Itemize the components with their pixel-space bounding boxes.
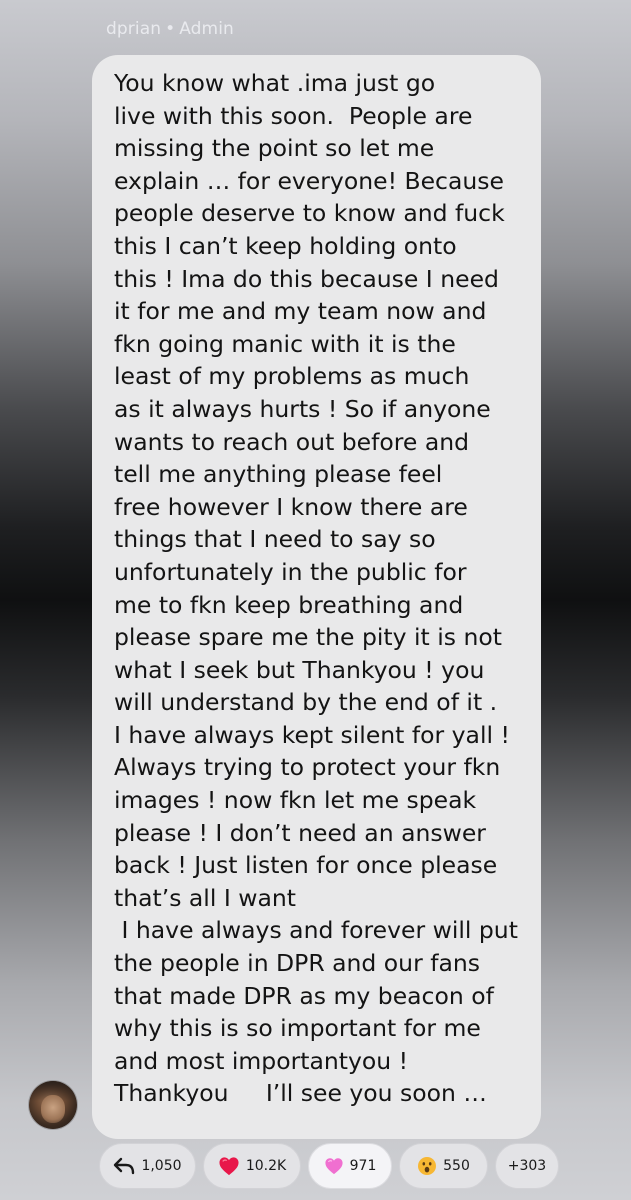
reaction-surprised[interactable]: 550 (399, 1143, 488, 1189)
message-line: least of my problems as much (114, 362, 470, 391)
message-line: that’s all I want (114, 883, 296, 912)
message-line: that made DPR as my beacon of (114, 981, 494, 1010)
message-line: missing the point so let me (114, 134, 435, 163)
surprised-face-icon (417, 1156, 437, 1176)
message-line: free however I know there are (114, 492, 468, 521)
message-line: why this is so important for me (114, 1014, 481, 1043)
surprised-count: 550 (443, 1158, 470, 1174)
reaction-pink-heart[interactable]: 971 (308, 1143, 392, 1189)
message-line: unfortunately in the public for (114, 557, 467, 586)
more-reactions-label: +303 (507, 1158, 547, 1174)
message-line: fkn going manic with it is the (114, 329, 456, 358)
red-heart-count: 10.2K (245, 1158, 287, 1174)
message-bubble[interactable]: You know what .ima just go live with thi… (92, 55, 541, 1139)
message-line: You know what .ima just go (114, 69, 436, 97)
message-line: please ! I don’t need an answer (114, 818, 486, 847)
message-line: as it always hurts ! So if anyone (114, 394, 491, 423)
message-line: explain … for everyone! Because (114, 166, 504, 195)
pink-heart-icon (324, 1157, 344, 1175)
reply-count: 1,050 (141, 1158, 182, 1174)
more-reactions-button[interactable]: +303 (495, 1143, 559, 1189)
message-line: images ! now fkn let me speak (114, 786, 477, 815)
message-line: back ! Just listen for once please (114, 851, 498, 880)
message-line: I have always and forever will put (114, 916, 518, 945)
sender-header: dprian • Admin (106, 19, 234, 39)
message-line: Always trying to protect your fkn (114, 753, 501, 782)
message-line: it for me and my team now and (114, 297, 487, 326)
message-line: please spare me the pity it is not (114, 623, 502, 652)
message-line: I have always kept silent for yall ! (114, 720, 510, 749)
message-line: live with this soon. People are (114, 101, 473, 130)
reply-arrow-icon (113, 1157, 135, 1175)
message-line: wants to reach out before and (114, 427, 470, 456)
avatar-face (41, 1095, 65, 1123)
message-line: people deserve to know and fuck (114, 199, 505, 228)
message-line: will understand by the end of it . (114, 688, 498, 717)
message-line: me to fkn keep breathing and (114, 590, 464, 619)
reaction-bar: 1,050 10.2K 971 550 +303 (99, 1143, 559, 1189)
separator-dot: • (165, 19, 176, 39)
sender-role-badge: Admin (179, 19, 234, 39)
message-line: what I seek but Thankyou ! you (114, 655, 485, 684)
message-line: the people in DPR and our fans (114, 949, 481, 978)
message-line: and most importantyou ! (114, 1046, 409, 1075)
reaction-red-heart[interactable]: 10.2K (203, 1143, 301, 1189)
reply-button[interactable]: 1,050 (99, 1143, 196, 1189)
pink-heart-count: 971 (349, 1158, 377, 1174)
sender-avatar[interactable] (29, 1081, 77, 1129)
message-line: tell me anything please feel (114, 460, 443, 489)
message-line: things that I need to say so (114, 525, 436, 554)
message-line: this ! Ima do this because I need (114, 264, 499, 293)
message-line: Thankyou I’ll see you soon … (114, 1079, 487, 1108)
sender-name[interactable]: dprian (106, 19, 161, 39)
red-heart-icon (218, 1156, 240, 1176)
message-line: this I can’t keep holding onto (114, 231, 457, 260)
